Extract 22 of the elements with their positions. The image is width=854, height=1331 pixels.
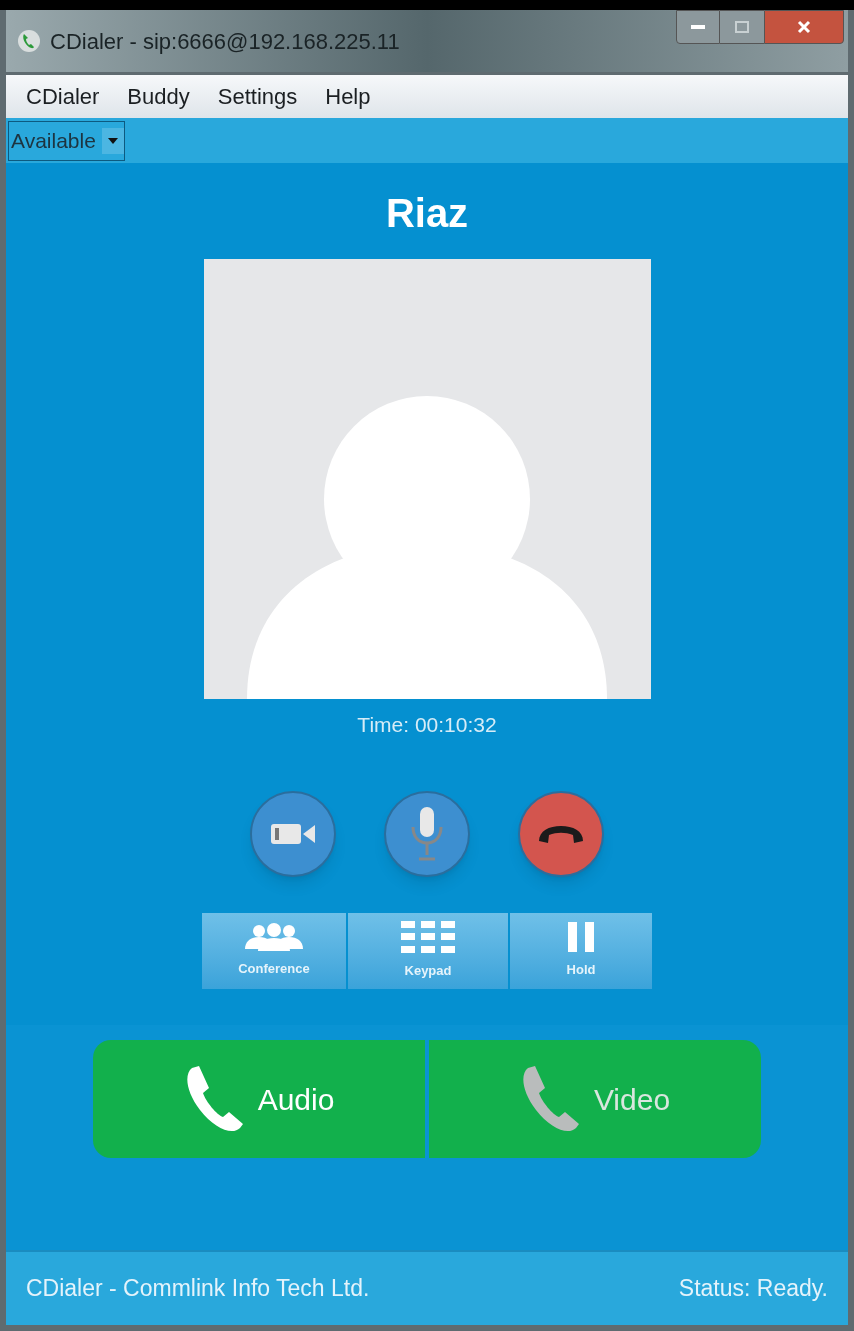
- window-title: CDialer - sip:6666@192.168.225.11: [50, 27, 400, 56]
- pause-icon: [566, 921, 596, 952]
- keypad-icon: [401, 920, 455, 953]
- microphone-icon: [410, 804, 444, 863]
- menu-item[interactable]: Settings: [207, 80, 308, 113]
- close-button[interactable]: [764, 10, 844, 44]
- call-button[interactable]: Audio: [93, 1040, 425, 1158]
- maximize-icon: [735, 21, 749, 33]
- menu-item[interactable]: Buddy: [117, 80, 200, 113]
- close-icon: [797, 20, 811, 34]
- call-time: Time: 00:10:32: [357, 712, 497, 738]
- minimize-icon: [691, 25, 705, 29]
- minimize-button[interactable]: [676, 10, 720, 44]
- status-text: Status: Ready.: [678, 1274, 828, 1304]
- contact-name: Riaz: [385, 193, 469, 233]
- status-company: CDialer - Commlink Info Tech Ltd.: [26, 1274, 370, 1304]
- caret-icon: [107, 137, 118, 144]
- presence-dropdown[interactable]: Available: [8, 120, 125, 161]
- menu-item[interactable]: Help: [315, 80, 381, 113]
- maximize-button[interactable]: [720, 10, 764, 44]
- app-phone-icon: [16, 28, 42, 54]
- menu-item[interactable]: CDialer: [16, 80, 110, 113]
